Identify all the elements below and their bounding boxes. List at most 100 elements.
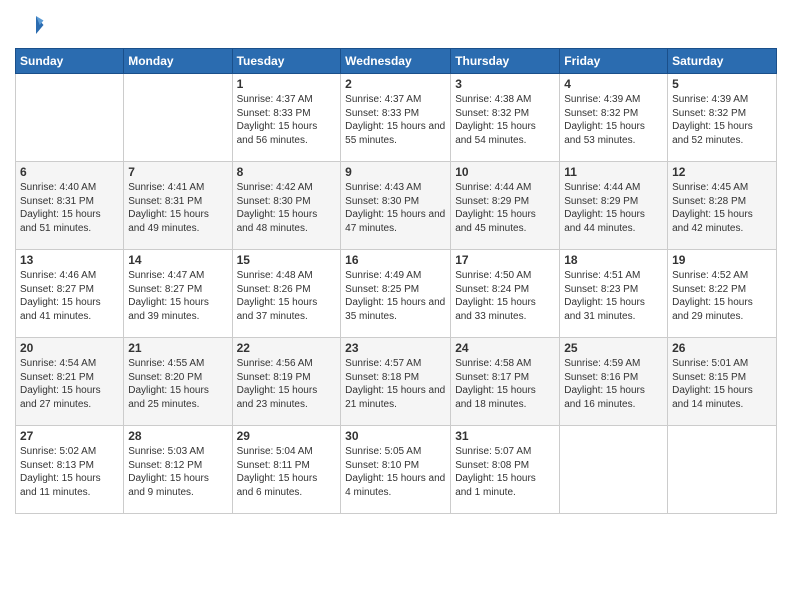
header-day: Saturday	[668, 49, 777, 74]
calendar-cell	[16, 74, 124, 162]
day-info: Sunrise: 4:40 AMSunset: 8:31 PMDaylight:…	[20, 181, 119, 235]
day-number: 22	[237, 341, 337, 355]
day-number: 7	[128, 165, 227, 179]
calendar-cell: 19 Sunrise: 4:52 AMSunset: 8:22 PMDayligh…	[668, 250, 777, 338]
day-info: Sunrise: 4:58 AMSunset: 8:17 PMDaylight:…	[455, 357, 555, 411]
calendar-body: 1 Sunrise: 4:37 AMSunset: 8:33 PMDaylight…	[16, 74, 777, 514]
header	[15, 10, 777, 40]
calendar-cell: 12 Sunrise: 4:45 AMSunset: 8:28 PMDayligh…	[668, 162, 777, 250]
day-info: Sunrise: 4:55 AMSunset: 8:20 PMDaylight:…	[128, 357, 227, 411]
day-info: Sunrise: 4:37 AMSunset: 8:33 PMDaylight:…	[237, 93, 337, 147]
calendar-cell: 10 Sunrise: 4:44 AMSunset: 8:29 PMDayligh…	[451, 162, 560, 250]
calendar-week: 6 Sunrise: 4:40 AMSunset: 8:31 PMDaylight…	[16, 162, 777, 250]
calendar-cell: 7Sunrise: 4:41 AMSunset: 8:31 PMDaylight…	[124, 162, 232, 250]
day-info: Sunrise: 4:38 AMSunset: 8:32 PMDaylight:…	[455, 93, 555, 147]
calendar-cell: 25 Sunrise: 4:59 AMSunset: 8:16 PMDayligh…	[560, 338, 668, 426]
day-number: 4	[564, 77, 663, 91]
calendar-week: 20 Sunrise: 4:54 AMSunset: 8:21 PMDayligh…	[16, 338, 777, 426]
header-day: Sunday	[16, 49, 124, 74]
calendar-cell	[560, 426, 668, 514]
day-number: 24	[455, 341, 555, 355]
day-number: 20	[20, 341, 119, 355]
day-number: 14	[128, 253, 227, 267]
day-number: 6	[20, 165, 119, 179]
day-number: 16	[345, 253, 446, 267]
header-day: Monday	[124, 49, 232, 74]
day-info: Sunrise: 5:03 AMSunset: 8:12 PMDaylight:…	[128, 445, 227, 499]
calendar-week: 27 Sunrise: 5:02 AMSunset: 8:13 PMDayligh…	[16, 426, 777, 514]
day-info: Sunrise: 4:56 AMSunset: 8:19 PMDaylight:…	[237, 357, 337, 411]
day-number: 2	[345, 77, 446, 91]
day-info: Sunrise: 4:39 AMSunset: 8:32 PMDaylight:…	[672, 93, 772, 147]
calendar-cell: 16 Sunrise: 4:49 AMSunset: 8:25 PMDayligh…	[341, 250, 451, 338]
day-info: Sunrise: 4:50 AMSunset: 8:24 PMDaylight:…	[455, 269, 555, 323]
day-number: 10	[455, 165, 555, 179]
day-number: 11	[564, 165, 663, 179]
calendar-cell: 26 Sunrise: 5:01 AMSunset: 8:15 PMDayligh…	[668, 338, 777, 426]
day-number: 25	[564, 341, 663, 355]
day-number: 1	[237, 77, 337, 91]
logo-icon	[15, 10, 45, 40]
day-info: Sunrise: 4:52 AMSunset: 8:22 PMDaylight:…	[672, 269, 772, 323]
day-number: 27	[20, 429, 119, 443]
calendar-cell: 17 Sunrise: 4:50 AMSunset: 8:24 PMDayligh…	[451, 250, 560, 338]
calendar-cell: 28 Sunrise: 5:03 AMSunset: 8:12 PMDayligh…	[124, 426, 232, 514]
day-number: 8	[237, 165, 337, 179]
day-info: Sunrise: 4:51 AMSunset: 8:23 PMDaylight:…	[564, 269, 663, 323]
day-info: Sunrise: 4:48 AMSunset: 8:26 PMDaylight:…	[237, 269, 337, 323]
day-number: 30	[345, 429, 446, 443]
day-info: Sunrise: 5:01 AMSunset: 8:15 PMDaylight:…	[672, 357, 772, 411]
day-info: Sunrise: 4:44 AMSunset: 8:29 PMDaylight:…	[564, 181, 663, 235]
calendar: SundayMondayTuesdayWednesdayThursdayFrid…	[15, 48, 777, 514]
day-number: 3	[455, 77, 555, 91]
day-number: 17	[455, 253, 555, 267]
day-number: 5	[672, 77, 772, 91]
calendar-cell: 27 Sunrise: 5:02 AMSunset: 8:13 PMDayligh…	[16, 426, 124, 514]
calendar-cell: 21 Sunrise: 4:55 AMSunset: 8:20 PMDayligh…	[124, 338, 232, 426]
header-day: Friday	[560, 49, 668, 74]
day-info: Sunrise: 4:59 AMSunset: 8:16 PMDaylight:…	[564, 357, 663, 411]
calendar-cell: 5 Sunrise: 4:39 AMSunset: 8:32 PMDaylight…	[668, 74, 777, 162]
calendar-cell	[668, 426, 777, 514]
day-info: Sunrise: 5:07 AMSunset: 8:08 PMDaylight:…	[455, 445, 555, 499]
calendar-cell: 13Sunrise: 4:46 AMSunset: 8:27 PMDayligh…	[16, 250, 124, 338]
calendar-week: 13Sunrise: 4:46 AMSunset: 8:27 PMDayligh…	[16, 250, 777, 338]
calendar-cell: 4 Sunrise: 4:39 AMSunset: 8:32 PMDaylight…	[560, 74, 668, 162]
day-number: 31	[455, 429, 555, 443]
calendar-header: SundayMondayTuesdayWednesdayThursdayFrid…	[16, 49, 777, 74]
day-number: 28	[128, 429, 227, 443]
calendar-cell: 24 Sunrise: 4:58 AMSunset: 8:17 PMDayligh…	[451, 338, 560, 426]
day-number: 19	[672, 253, 772, 267]
day-info: Sunrise: 4:49 AMSunset: 8:25 PMDaylight:…	[345, 269, 446, 323]
page: SundayMondayTuesdayWednesdayThursdayFrid…	[0, 0, 792, 612]
day-info: Sunrise: 4:44 AMSunset: 8:29 PMDaylight:…	[455, 181, 555, 235]
calendar-cell: 6 Sunrise: 4:40 AMSunset: 8:31 PMDaylight…	[16, 162, 124, 250]
day-number: 26	[672, 341, 772, 355]
day-info: Sunrise: 4:39 AMSunset: 8:32 PMDaylight:…	[564, 93, 663, 147]
header-row: SundayMondayTuesdayWednesdayThursdayFrid…	[16, 49, 777, 74]
day-info: Sunrise: 5:04 AMSunset: 8:11 PMDaylight:…	[237, 445, 337, 499]
day-number: 9	[345, 165, 446, 179]
day-number: 12	[672, 165, 772, 179]
calendar-cell: 31 Sunrise: 5:07 AMSunset: 8:08 PMDayligh…	[451, 426, 560, 514]
day-info: Sunrise: 4:45 AMSunset: 8:28 PMDaylight:…	[672, 181, 772, 235]
calendar-cell: 3 Sunrise: 4:38 AMSunset: 8:32 PMDaylight…	[451, 74, 560, 162]
calendar-cell: 30 Sunrise: 5:05 AMSunset: 8:10 PMDayligh…	[341, 426, 451, 514]
day-number: 13	[20, 253, 119, 267]
day-info: Sunrise: 4:57 AMSunset: 8:18 PMDaylight:…	[345, 357, 446, 411]
day-info: Sunrise: 4:54 AMSunset: 8:21 PMDaylight:…	[20, 357, 119, 411]
day-info: Sunrise: 4:47 AMSunset: 8:27 PMDaylight:…	[128, 269, 227, 323]
calendar-cell: 14 Sunrise: 4:47 AMSunset: 8:27 PMDayligh…	[124, 250, 232, 338]
header-day: Thursday	[451, 49, 560, 74]
day-info: Sunrise: 5:02 AMSunset: 8:13 PMDaylight:…	[20, 445, 119, 499]
calendar-cell: 2 Sunrise: 4:37 AMSunset: 8:33 PMDaylight…	[341, 74, 451, 162]
day-info: Sunrise: 5:05 AMSunset: 8:10 PMDaylight:…	[345, 445, 446, 499]
day-info: Sunrise: 4:37 AMSunset: 8:33 PMDaylight:…	[345, 93, 446, 147]
calendar-cell: 23Sunrise: 4:57 AMSunset: 8:18 PMDayligh…	[341, 338, 451, 426]
calendar-cell: 9Sunrise: 4:43 AMSunset: 8:30 PMDaylight…	[341, 162, 451, 250]
day-number: 15	[237, 253, 337, 267]
calendar-cell: 18Sunrise: 4:51 AMSunset: 8:23 PMDayligh…	[560, 250, 668, 338]
day-number: 21	[128, 341, 227, 355]
calendar-cell: 8 Sunrise: 4:42 AMSunset: 8:30 PMDaylight…	[232, 162, 341, 250]
day-info: Sunrise: 4:42 AMSunset: 8:30 PMDaylight:…	[237, 181, 337, 235]
